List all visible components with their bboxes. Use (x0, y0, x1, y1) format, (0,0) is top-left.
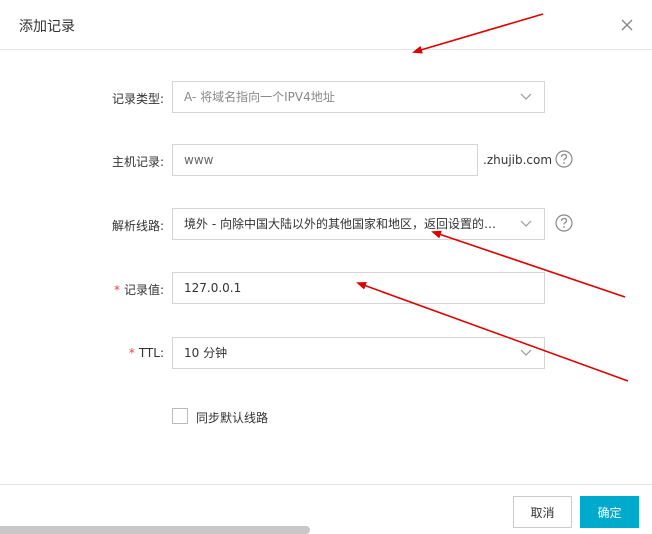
host-label: 主机记录: (111, 155, 164, 169)
line-value: 境外 - 向除中国大陆以外的其他国家和地区，返回设置的记... (184, 217, 504, 231)
dialog-header: 添加记录 (0, 0, 652, 50)
close-icon[interactable] (618, 16, 636, 34)
sync-default-label: 同步默认线路 (196, 411, 269, 425)
ttl-label: * TTL: (128, 346, 164, 360)
ttl-value: 10 分钟 (184, 346, 228, 360)
record-value-label: * 记录值: (113, 283, 164, 297)
domain-suffix: .zhujib.com (483, 153, 553, 167)
line-label: 解析线路: (111, 219, 164, 233)
record-type-label: 记录类型: (111, 92, 164, 106)
record-value-input[interactable] (172, 272, 545, 304)
host-row: 主机记录: .zhujib.com (0, 144, 652, 176)
line-row: 解析线路: 境外 - 向除中国大陆以外的其他国家和地区，返回设置的记... (0, 208, 652, 240)
chevron-down-icon (520, 349, 532, 356)
help-icon[interactable] (555, 214, 573, 232)
dialog-title: 添加记录 (19, 19, 75, 35)
ttl-row: * TTL: 10 分钟 (0, 337, 652, 369)
record-type-row: 记录类型: A- 将域名指向一个IPV4地址 (0, 81, 652, 113)
sync-default-checkbox[interactable] (172, 408, 188, 424)
required-mark: * (128, 346, 135, 360)
record-type-value: A- 将域名指向一个IPV4地址 (184, 90, 335, 104)
ttl-select[interactable]: 10 分钟 (172, 337, 545, 369)
horizontal-scrollbar[interactable] (0, 526, 310, 534)
record-value-row: * 记录值: (0, 272, 652, 304)
cancel-button[interactable]: 取消 (513, 496, 572, 528)
required-mark: * (113, 283, 120, 297)
chevron-down-icon (520, 220, 532, 227)
line-select[interactable]: 境外 - 向除中国大陆以外的其他国家和地区，返回设置的记... (172, 208, 545, 240)
add-record-dialog: 添加记录 记录类型: A- 将域名指向一个IPV4地址 主机记录: .zhuji… (0, 0, 652, 534)
chevron-down-icon (520, 93, 532, 100)
confirm-button[interactable]: 确定 (580, 496, 639, 528)
record-type-select[interactable]: A- 将域名指向一个IPV4地址 (172, 81, 545, 113)
help-icon[interactable] (555, 150, 573, 168)
host-input[interactable] (172, 144, 478, 176)
